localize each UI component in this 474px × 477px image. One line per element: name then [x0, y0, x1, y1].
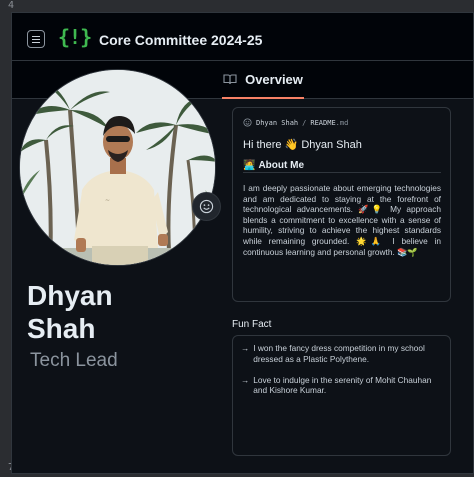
smiley-icon — [199, 199, 214, 214]
profile-name: Dhyan Shah — [27, 279, 207, 345]
about-heading: 🧑‍💻 About Me — [243, 160, 304, 171]
hamburger-menu-icon[interactable] — [27, 30, 45, 48]
fun-fact-title: Fun Fact — [232, 319, 272, 330]
readme-greeting: Hi there 👋 Dhyan Shah — [243, 139, 362, 151]
fun-fact-text: Love to indulge in the serenity of Mohit… — [253, 374, 432, 396]
profile-window: {!} Core Committee 2024-25 Overview ~ Dh… — [11, 12, 474, 474]
svg-text:~: ~ — [105, 197, 110, 204]
arrow-icon: → — [241, 343, 250, 353]
fun-fact-card: → I won the fancy dress competition in m… — [232, 335, 451, 456]
book-icon — [223, 73, 237, 84]
app-title: Core Committee 2024-25 — [99, 32, 263, 48]
divider — [243, 172, 441, 173]
list-item: → Love to indulge in the serenity of Moh… — [241, 375, 442, 397]
readme-owner[interactable]: Dhyan Shah — [256, 119, 298, 127]
about-icon: 🧑‍💻 — [243, 160, 256, 171]
list-item: → I won the fancy dress competition in m… — [241, 343, 442, 365]
tab-overview[interactable]: Overview — [222, 61, 304, 99]
logo: {!} — [58, 25, 92, 49]
profile-name-line1: Dhyan — [27, 280, 113, 311]
about-heading-label: About Me — [258, 160, 304, 171]
readme-file-name: README.md — [310, 119, 348, 127]
avatar-photo: ~ — [20, 70, 215, 265]
file-ext: .md — [335, 118, 349, 127]
file-name: README — [310, 118, 336, 127]
profile-name-line2: Shah — [27, 313, 96, 344]
profile-role: Tech Lead — [30, 350, 118, 371]
fun-fact-text: I won the fancy dress competition in my … — [253, 343, 425, 364]
path-separator: / — [302, 118, 307, 127]
avatar: ~ — [19, 69, 216, 266]
about-text: I am deeply passionate about emerging te… — [243, 183, 441, 257]
line-number-top: 4 — [8, 0, 15, 11]
set-status-button[interactable] — [192, 192, 221, 221]
top-bar: {!} Core Committee 2024-25 — [12, 13, 473, 61]
readme-card: Dhyan Shah / README.md Hi there 👋 Dhyan … — [232, 107, 451, 302]
tab-overview-label: Overview — [245, 71, 303, 87]
smiley-icon — [243, 118, 252, 127]
readme-breadcrumb: Dhyan Shah / README.md — [243, 118, 348, 127]
arrow-icon: → — [241, 374, 250, 385]
